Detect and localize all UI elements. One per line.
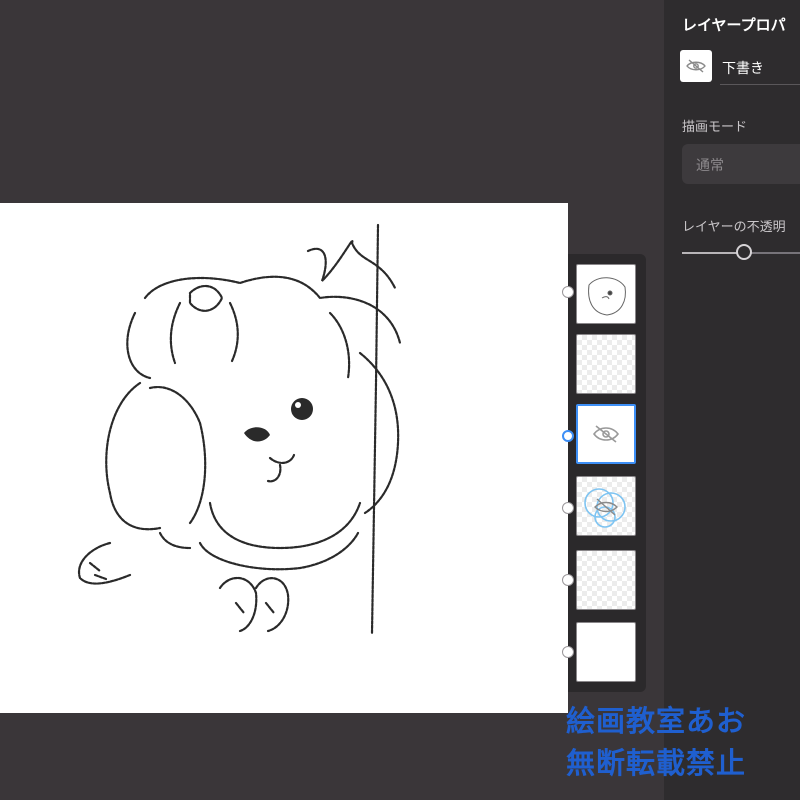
layer-thumb-empty[interactable] — [576, 334, 636, 394]
blend-mode-label: 描画モード — [682, 120, 748, 135]
layer-thumb-background[interactable] — [576, 622, 636, 682]
layer-name-field[interactable]: 下書き — [720, 50, 800, 85]
guide-circles-icon — [584, 488, 626, 528]
layer-name: 下書き — [722, 61, 764, 77]
layer-visibility-dot[interactable] — [562, 574, 574, 586]
layer-visibility-dot[interactable] — [562, 646, 574, 658]
drawing-canvas[interactable] — [0, 203, 568, 713]
layer-thumb-empty-2[interactable] — [576, 550, 636, 610]
eye-slash-icon — [686, 59, 706, 73]
layer-properties-panel: レイヤープロパ 下書き 描画モード 通常 レイヤーの不透明 — [664, 0, 800, 800]
dog-sketch-drawing — [77, 223, 402, 635]
blend-mode-select[interactable]: 通常 — [682, 144, 800, 184]
panel-title: レイヤープロパ — [682, 16, 786, 34]
opacity-slider[interactable] — [682, 244, 800, 260]
layer-thumb-guides[interactable] — [576, 476, 636, 536]
layer-strip — [562, 254, 646, 692]
opacity-slider-fill — [682, 252, 745, 254]
layer-visibility-dot[interactable] — [562, 502, 574, 514]
blend-mode-value: 通常 — [696, 158, 724, 174]
layer-thumb-draft[interactable] — [576, 404, 636, 464]
layer-thumbnail[interactable] — [680, 50, 712, 82]
layer-visibility-dot-active[interactable] — [562, 430, 574, 442]
opacity-label: レイヤーの不透明 — [682, 220, 786, 235]
eye-slash-icon — [592, 425, 620, 443]
layer-thumb-dog-sketch[interactable] — [576, 264, 636, 324]
opacity-slider-knob[interactable] — [736, 244, 753, 260]
watermark-line2: 無断転載禁止 — [566, 746, 747, 780]
layer-visibility-dot[interactable] — [562, 286, 574, 298]
layer-preview-dog — [588, 277, 626, 316]
watermark-line1: 絵画教室あお — [566, 704, 747, 738]
watermark: 絵画教室あお 無断転載禁止 — [566, 700, 800, 784]
